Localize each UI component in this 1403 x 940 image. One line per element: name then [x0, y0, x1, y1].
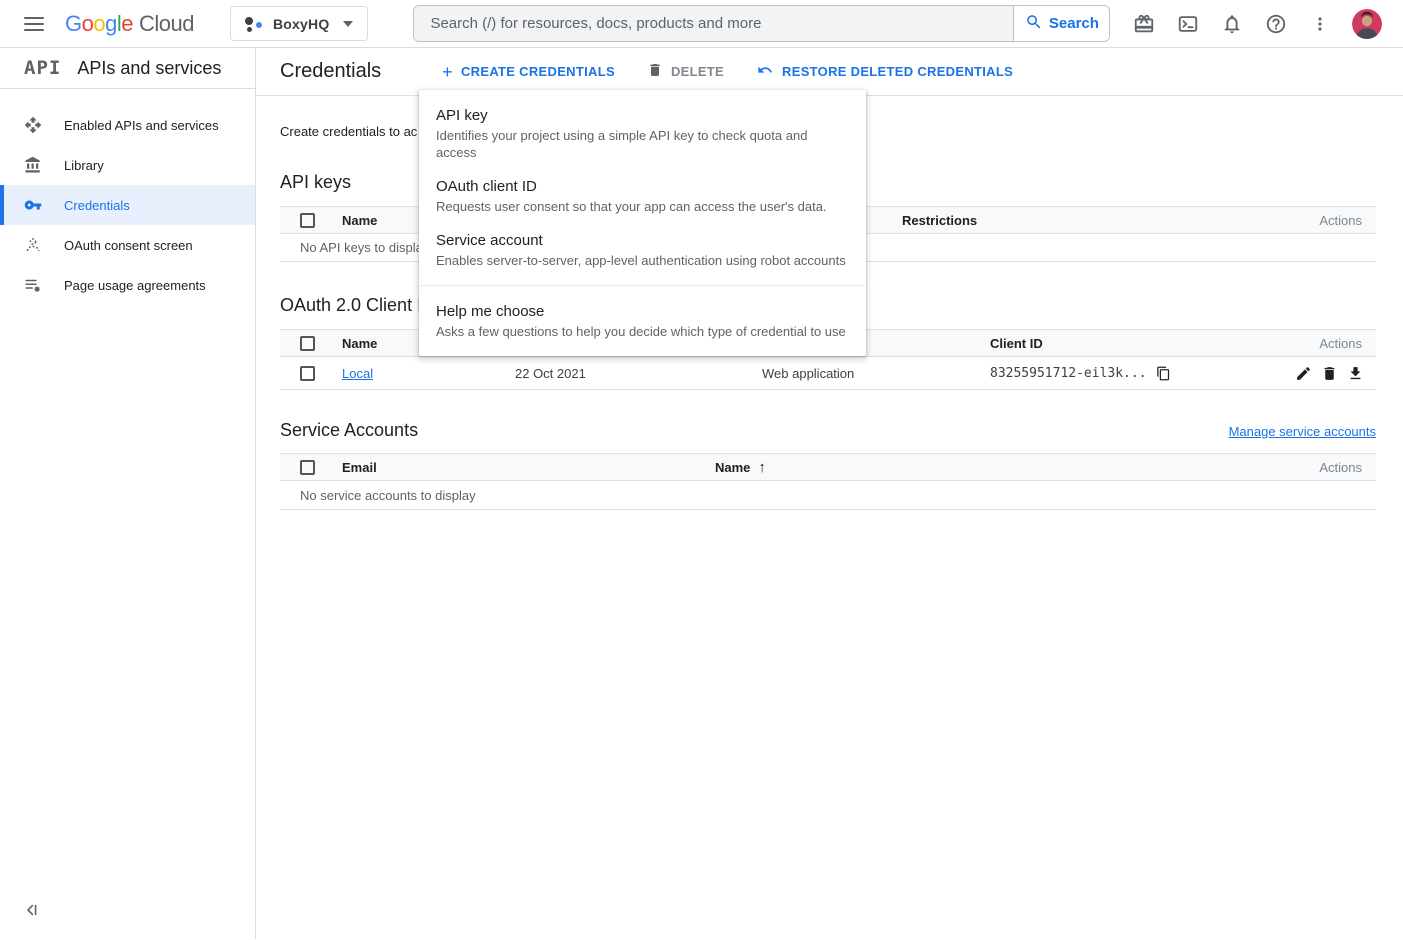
api-product-logo: API — [24, 57, 61, 79]
logo-letter: o — [93, 11, 105, 36]
oauth-client-row: Local 22 Oct 2021 Web application 832559… — [280, 357, 1376, 390]
type-cell: Web application — [762, 366, 990, 381]
menu-item-title: OAuth client ID — [436, 177, 849, 196]
chevron-down-icon — [343, 21, 353, 27]
menu-item-description: Requests user consent so that your app c… — [436, 198, 849, 215]
sidebar-item-oauth-consent[interactable]: OAuth consent screen — [0, 225, 255, 265]
create-credentials-label: CREATE CREDENTIALS — [461, 64, 615, 79]
service-accounts-empty-state: No service accounts to display — [280, 481, 1376, 510]
menu-divider — [419, 285, 866, 286]
delete-label: DELETE — [671, 64, 724, 79]
sidebar-item-label: Enabled APIs and services — [64, 118, 219, 133]
sidebar-item-library[interactable]: Library — [0, 145, 255, 185]
sidebar-header: API APIs and services — [0, 48, 255, 89]
download-icon[interactable] — [1347, 365, 1364, 382]
sidebar-item-label: Credentials — [64, 198, 130, 213]
logo-cloud-text: Cloud — [139, 11, 194, 37]
create-credentials-button[interactable]: + CREATE CREDENTIALS — [442, 63, 615, 81]
copy-icon[interactable] — [1156, 366, 1171, 381]
row-checkbox[interactable] — [300, 366, 315, 381]
sidebar-nav: Enabled APIs and services Library Creden… — [0, 89, 255, 305]
service-accounts-table: Email Name↑ Actions No service accounts … — [280, 453, 1376, 510]
list-gear-icon — [24, 276, 42, 294]
sidebar-product-title: APIs and services — [77, 58, 221, 79]
gift-icon[interactable] — [1132, 12, 1156, 36]
logo-letter: e — [121, 11, 133, 36]
menu-item-description: Asks a few questions to help you decide … — [436, 323, 849, 340]
menu-item-title: API key — [436, 106, 849, 125]
project-name: BoxyHQ — [273, 16, 329, 32]
column-header-name[interactable]: Name↑ — [715, 459, 1276, 476]
column-header-client-id: Client ID — [990, 336, 1276, 351]
notifications-bell-icon[interactable] — [1220, 12, 1244, 36]
trash-icon — [647, 62, 663, 81]
column-header-actions: Actions — [1276, 460, 1376, 475]
search-button[interactable]: Search — [1013, 6, 1109, 41]
select-all-checkbox[interactable] — [300, 336, 315, 351]
sidebar-item-credentials[interactable]: Credentials — [0, 185, 255, 225]
user-avatar[interactable] — [1352, 9, 1382, 39]
column-header-restrictions: Restrictions — [902, 213, 1286, 228]
sidebar-item-label: Page usage agreements — [64, 278, 206, 293]
search-bar: Search — [413, 5, 1110, 42]
menu-item-help-me-choose[interactable]: Help me choose Asks a few questions to h… — [419, 294, 866, 348]
hamburger-menu-icon[interactable] — [24, 13, 44, 35]
project-icon — [245, 15, 263, 33]
sidebar-item-page-usage[interactable]: Page usage agreements — [0, 265, 255, 305]
undo-icon — [756, 62, 774, 81]
more-options-icon[interactable] — [1308, 12, 1332, 36]
client-id-value: 83255951712-eil3k... — [990, 366, 1147, 381]
sidebar-item-enabled-apis[interactable]: Enabled APIs and services — [0, 105, 255, 145]
top-bar: Google Cloud BoxyHQ Search — [0, 0, 1403, 48]
manage-service-accounts-link[interactable]: Manage service accounts — [1229, 424, 1376, 439]
plus-icon: + — [442, 63, 453, 81]
menu-item-title: Service account — [436, 231, 849, 250]
menu-item-description: Identifies your project using a simple A… — [436, 127, 849, 161]
cloud-shell-icon[interactable] — [1176, 12, 1200, 36]
column-header-actions: Actions — [1276, 336, 1376, 351]
topbar-icon-group — [1132, 9, 1382, 39]
google-cloud-logo: Google Cloud — [65, 11, 194, 37]
logo-letter: o — [82, 11, 94, 36]
sort-asc-icon: ↑ — [758, 459, 766, 476]
library-icon — [24, 156, 42, 174]
column-header-actions: Actions — [1286, 213, 1376, 228]
oauth-client-name-link[interactable]: Local — [342, 366, 373, 381]
menu-item-service-account[interactable]: Service account Enables server-to-server… — [419, 223, 866, 277]
help-icon[interactable] — [1264, 12, 1288, 36]
restore-deleted-credentials-button[interactable]: RESTORE DELETED CREDENTIALS — [756, 62, 1013, 81]
creation-date-cell: 22 Oct 2021 — [515, 366, 762, 381]
menu-item-oauth-client-id[interactable]: OAuth client ID Requests user consent so… — [419, 169, 866, 223]
sidebar: API APIs and services Enabled APIs and s… — [0, 48, 256, 939]
consent-person-icon — [24, 236, 42, 254]
search-button-label: Search — [1049, 15, 1099, 32]
search-icon — [1025, 13, 1043, 35]
service-accounts-heading: Service Accounts — [280, 420, 418, 441]
delete-button[interactable]: DELETE — [647, 62, 724, 81]
open-with-icon — [24, 116, 42, 134]
menu-item-api-key[interactable]: API key Identifies your project using a … — [419, 98, 866, 169]
logo-letter: g — [105, 11, 117, 36]
restore-label: RESTORE DELETED CREDENTIALS — [782, 64, 1013, 79]
select-all-checkbox[interactable] — [300, 460, 315, 475]
project-selector[interactable]: BoxyHQ — [230, 6, 368, 41]
edit-pencil-icon[interactable] — [1295, 365, 1312, 382]
sidebar-item-label: OAuth consent screen — [64, 238, 193, 253]
create-credentials-menu: API key Identifies your project using a … — [419, 90, 866, 356]
column-header-email: Email — [342, 460, 715, 475]
logo-letter: G — [65, 11, 82, 36]
delete-trash-icon[interactable] — [1321, 365, 1338, 382]
page-title: Credentials — [280, 60, 381, 83]
menu-item-title: Help me choose — [436, 302, 849, 321]
search-input[interactable] — [414, 6, 1013, 41]
collapse-sidebar-icon[interactable] — [24, 902, 40, 923]
page-header: Credentials + CREATE CREDENTIALS DELETE … — [256, 48, 1403, 96]
menu-item-description: Enables server-to-server, app-level auth… — [436, 252, 849, 269]
sidebar-item-label: Library — [64, 158, 104, 173]
key-icon — [24, 196, 42, 214]
service-accounts-table-header: Email Name↑ Actions — [280, 454, 1376, 481]
select-all-checkbox[interactable] — [300, 213, 315, 228]
